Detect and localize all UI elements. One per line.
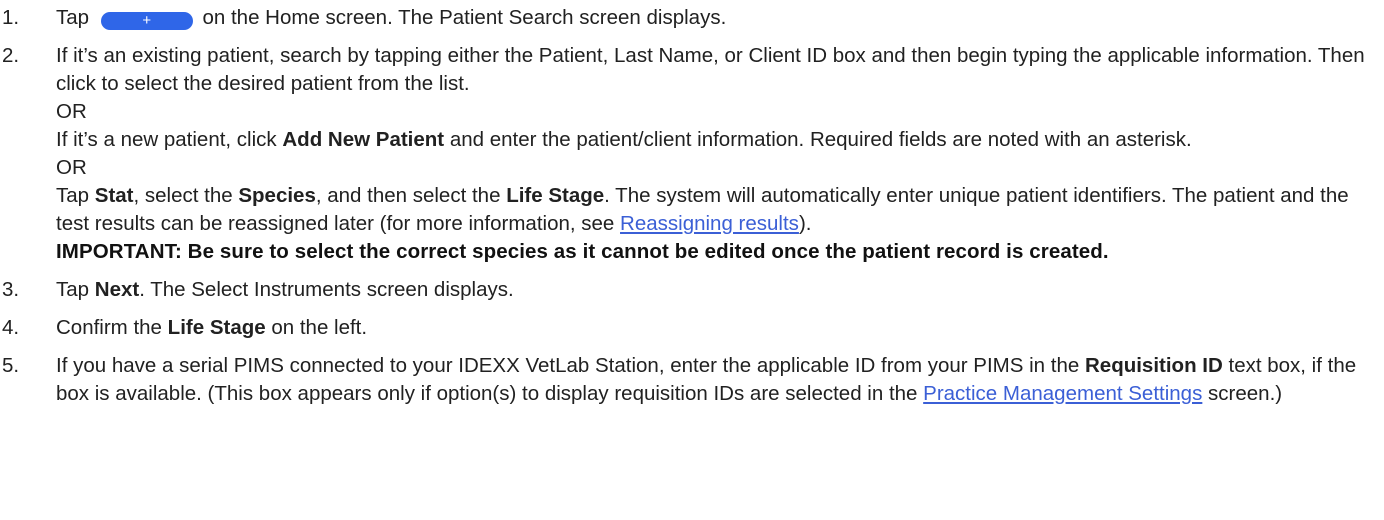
important-note: IMPORTANT: Be sure to select the correct…	[56, 240, 1109, 263]
step-paragraph: If it’s an existing patient, search by t…	[56, 44, 1365, 95]
bold-term: Requisition ID	[1084, 354, 1223, 377]
text-run: screen.)	[1208, 382, 1283, 405]
text-run: , and then select the	[315, 184, 501, 207]
step-3: 3. Tap Next. The Select Instruments scre…	[0, 276, 1384, 304]
step-2: 2. If it’s an existing patient, search b…	[0, 42, 1384, 266]
step-number: 1.	[2, 6, 20, 29]
step-number: 4.	[2, 316, 20, 339]
plus-icon: +	[142, 12, 152, 29]
step-number: 3.	[2, 278, 20, 301]
text-run: Tap	[56, 184, 90, 207]
practice-management-settings-link[interactable]: Practice Management Settings	[923, 382, 1202, 405]
step-text: on the Home screen. The Patient Search s…	[202, 6, 727, 29]
document-page: 1. Tap + on the Home screen. The Patient…	[0, 0, 1384, 520]
text-run: on the left.	[271, 316, 368, 339]
text-run: Tap	[56, 278, 90, 301]
reassigning-results-link[interactable]: Reassigning results	[620, 212, 799, 235]
or-label: OR	[56, 100, 87, 123]
step-number: 2.	[2, 44, 20, 67]
bold-term: Next	[94, 278, 140, 301]
step-paragraph: If it’s a new patient, click Add New Pat…	[56, 126, 1380, 154]
text-run: . The Select Instruments screen displays…	[139, 278, 514, 301]
bold-term: Species	[238, 184, 316, 207]
step-paragraph: Tap Stat, select the Species, and then s…	[56, 182, 1380, 238]
step-4: 4. Confirm the Life Stage on the left.	[0, 314, 1384, 342]
step-1: 1. Tap + on the Home screen. The Patient…	[0, 4, 1384, 32]
procedure-steps: 1. Tap + on the Home screen. The Patient…	[0, 4, 1384, 408]
text-run: If it’s a new patient, click	[56, 128, 277, 151]
bold-term: Stat	[94, 184, 134, 207]
or-label: OR	[56, 156, 87, 179]
text-run: If you have a serial PIMS connected to y…	[56, 354, 1080, 377]
bold-term: Add New Patient	[282, 128, 445, 151]
text-run: Confirm the	[56, 316, 162, 339]
step-text: Tap	[56, 6, 90, 29]
bold-term: Life Stage	[167, 316, 266, 339]
text-run: , select the	[133, 184, 233, 207]
step-5: 5. If you have a serial PIMS connected t…	[0, 352, 1384, 408]
text-run: and enter the patient/client information…	[449, 128, 1192, 151]
bold-term: Life Stage	[506, 184, 605, 207]
text-run: ).	[798, 212, 812, 235]
step-number: 5.	[2, 354, 20, 377]
new-test-button[interactable]: +	[100, 12, 193, 30]
